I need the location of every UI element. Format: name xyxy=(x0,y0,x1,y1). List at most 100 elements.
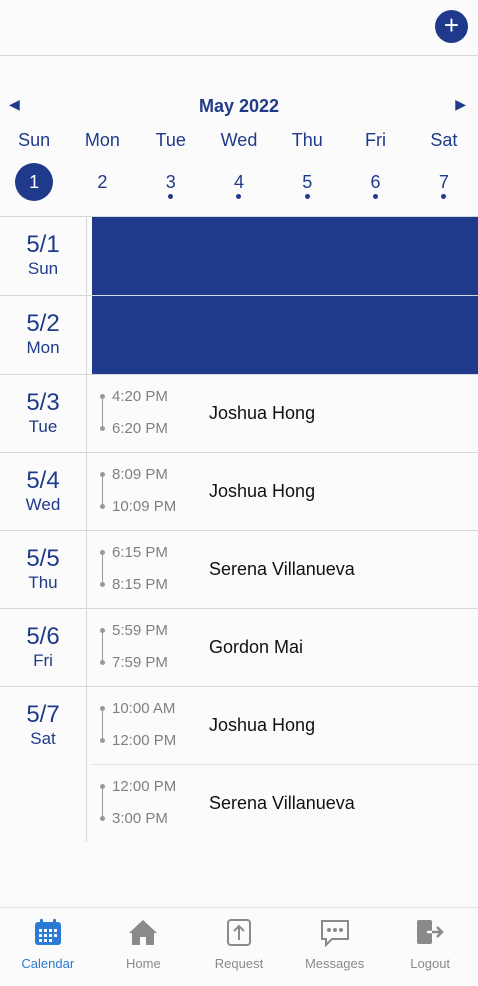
timeline-connector xyxy=(102,475,103,507)
weekday-label: Fri xyxy=(365,130,387,150)
tab-label: Logout xyxy=(410,956,451,971)
shift-item[interactable]: 10:00 AM 12:00 PM Joshua Hong xyxy=(92,687,478,764)
day-label: 5/3 Tue xyxy=(0,375,87,452)
day-date: 5/5 xyxy=(26,545,60,572)
day-content: 10:00 AM 12:00 PM Joshua Hong 12:00 PM 3:00 … xyxy=(92,687,478,842)
empty-day-block[interactable] xyxy=(92,217,478,295)
timeline-dot xyxy=(100,706,105,711)
timeline-dot xyxy=(100,472,105,477)
date-cell[interactable]: 6 xyxy=(341,163,409,209)
schedule-list: 5/1 Sun 5/2 Mon 5/3 Tue 4:20 PM 6:20 PM Joshua H… xyxy=(0,216,478,842)
day-content: 4:20 PM 6:20 PM Joshua Hong xyxy=(92,375,478,452)
timeline-dot xyxy=(100,628,105,633)
shift-person-name: Gordon Mai xyxy=(209,637,304,657)
date-cell[interactable]: 2 xyxy=(68,163,136,209)
timeline-dot xyxy=(100,426,105,431)
date-number: 2 xyxy=(97,172,108,192)
day-content: 8:09 PM 10:09 PM Joshua Hong xyxy=(92,453,478,530)
day-date: 5/1 xyxy=(26,231,60,258)
day-row: 5/1 Sun xyxy=(0,216,478,295)
day-weekday: Mon xyxy=(26,338,60,357)
day-date: 5/2 xyxy=(26,310,60,337)
date-cell[interactable]: 7 xyxy=(410,163,478,209)
shift-person-name: Joshua Hong xyxy=(209,403,316,423)
shift-end-time: 12:00 PM xyxy=(112,732,177,749)
tab-request[interactable]: Request xyxy=(191,908,287,986)
day-date: 5/6 xyxy=(26,623,60,650)
week-dates: 1 2 34567 xyxy=(0,163,478,209)
day-weekday: Tue xyxy=(28,417,58,436)
day-label: 5/1 Sun xyxy=(0,217,87,295)
day-label: 5/4 Wed xyxy=(0,453,87,530)
tab-logout[interactable]: Logout xyxy=(382,908,478,986)
top-bar: + xyxy=(0,0,478,56)
shift-start-time: 10:00 AM xyxy=(112,700,176,717)
shift-item[interactable]: 12:00 PM 3:00 PM Serena Villanueva xyxy=(92,764,478,842)
day-label: 5/6 Fri xyxy=(0,609,87,686)
event-dot-indicator xyxy=(304,194,310,199)
tab-label: Home xyxy=(126,956,161,971)
month-navigator: ◀ May 2022 ▶ xyxy=(0,92,478,120)
day-row: 5/2 Mon xyxy=(0,295,478,374)
tab-messages[interactable]: Messages xyxy=(287,908,383,986)
day-row: 5/7 Sat 10:00 AM 12:00 PM Joshua Hong 12:00 P… xyxy=(0,686,478,842)
day-weekday: Sat xyxy=(30,729,56,748)
shift-person-name: Joshua Hong xyxy=(209,715,316,735)
shift-end-time: 3:00 PM xyxy=(112,810,168,827)
day-weekday: Wed xyxy=(25,495,61,514)
day-row: 5/3 Tue 4:20 PM 6:20 PM Joshua Hong xyxy=(0,374,478,452)
day-content: 6:15 PM 8:15 PM Serena Villanueva xyxy=(92,531,478,608)
month-title: May 2022 xyxy=(198,96,280,116)
shift-start-time: 12:00 PM xyxy=(112,778,177,795)
home-icon xyxy=(128,918,158,951)
day-row: 5/4 Wed 8:09 PM 10:09 PM Joshua Hong xyxy=(0,452,478,530)
shift-person-name: Serena Villanueva xyxy=(209,559,355,579)
timeline-dot xyxy=(100,738,105,743)
shift-item[interactable]: 8:09 PM 10:09 PM Joshua Hong xyxy=(92,453,478,530)
upload-icon xyxy=(226,918,252,953)
timeline-connector xyxy=(102,397,103,429)
plus-icon: + xyxy=(443,10,460,40)
day-label: 5/7 Sat xyxy=(0,687,87,842)
timeline-connector xyxy=(102,553,103,585)
next-month-arrow-icon[interactable]: ▶ xyxy=(455,96,466,113)
tab-label: Request xyxy=(214,956,264,971)
weekday-label: Sun xyxy=(18,130,51,150)
day-row: 5/6 Fri 5:59 PM 7:59 PM Gordon Mai xyxy=(0,608,478,686)
date-cell[interactable]: 5 xyxy=(273,163,341,209)
date-cell[interactable]: 1 xyxy=(0,163,68,209)
shift-item[interactable]: 4:20 PM 6:20 PM Joshua Hong xyxy=(92,375,478,452)
tab-calendar[interactable]: Calendar xyxy=(0,908,96,986)
day-content xyxy=(92,217,478,295)
timeline-dot xyxy=(100,816,105,821)
calendar-icon xyxy=(34,918,62,951)
date-number: 1 xyxy=(15,163,54,201)
timeline-dot xyxy=(100,660,105,665)
date-cell[interactable]: 4 xyxy=(205,163,273,209)
shift-item[interactable]: 6:15 PM 8:15 PM Serena Villanueva xyxy=(92,531,478,608)
timeline-connector xyxy=(102,709,103,741)
add-button[interactable]: + xyxy=(435,10,468,43)
day-date: 5/3 xyxy=(26,389,60,416)
day-date: 5/4 xyxy=(26,467,60,494)
timeline-dot xyxy=(100,394,105,399)
day-label: 5/2 Mon xyxy=(0,296,87,374)
shift-end-time: 6:20 PM xyxy=(112,420,168,437)
timeline-dot xyxy=(100,582,105,587)
shift-start-time: 8:09 PM xyxy=(112,466,168,483)
day-weekday: Thu xyxy=(28,573,58,592)
empty-day-block[interactable] xyxy=(92,296,478,374)
tab-home[interactable]: Home xyxy=(96,908,192,986)
day-row: 5/5 Thu 6:15 PM 8:15 PM Serena Villanueva xyxy=(0,530,478,608)
shift-item[interactable]: 5:59 PM 7:59 PM Gordon Mai xyxy=(92,609,478,686)
day-weekday: Fri xyxy=(33,651,53,670)
shift-start-time: 6:15 PM xyxy=(112,544,168,561)
day-date: 5/7 xyxy=(26,701,60,728)
day-content: 5:59 PM 7:59 PM Gordon Mai xyxy=(92,609,478,686)
tab-label: Messages xyxy=(304,956,365,971)
date-cell[interactable]: 3 xyxy=(137,163,205,209)
timeline-connector xyxy=(102,787,103,819)
logout-icon xyxy=(415,918,445,951)
shift-person-name: Serena Villanueva xyxy=(209,793,355,813)
shift-end-time: 10:09 PM xyxy=(112,498,177,515)
